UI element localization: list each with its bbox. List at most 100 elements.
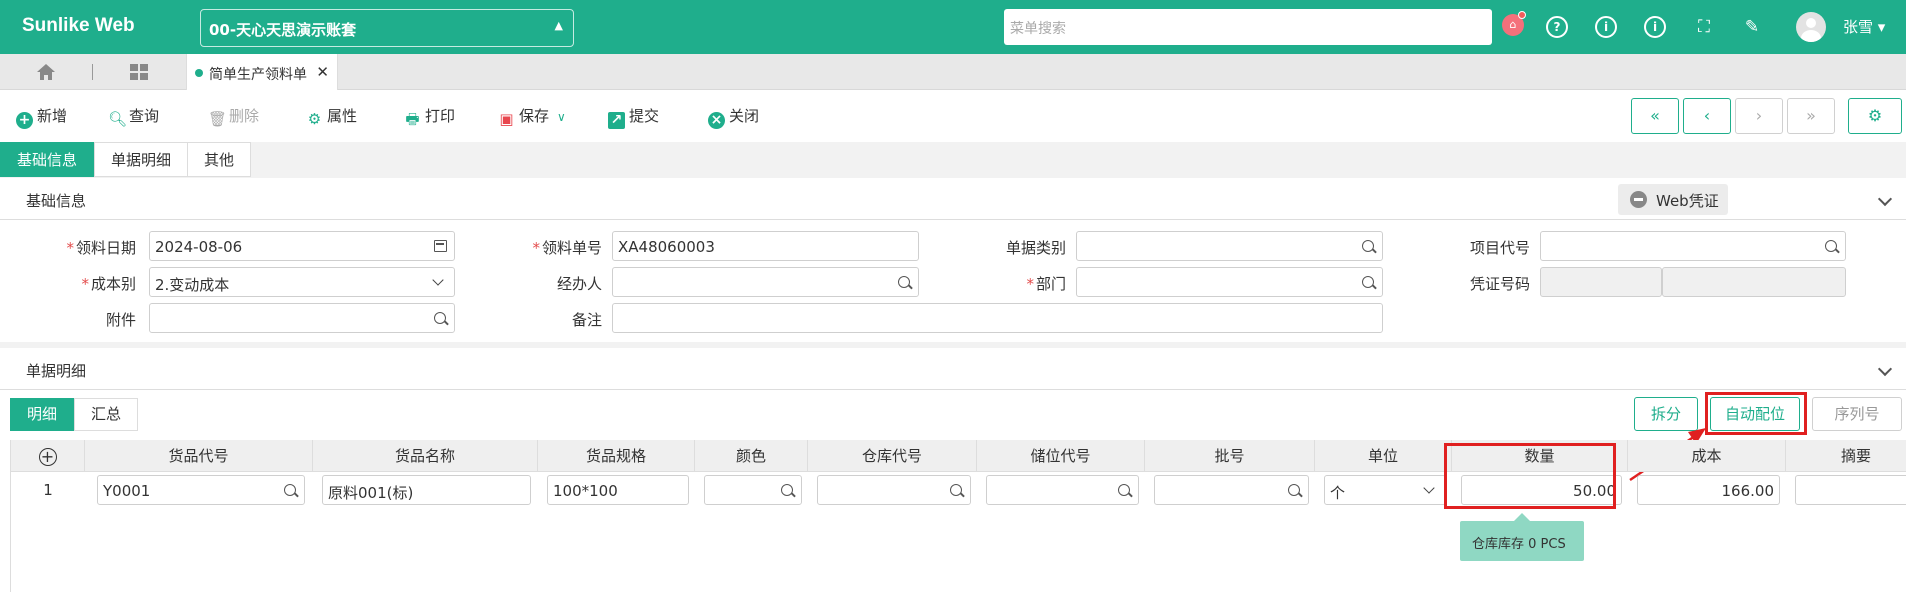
minus-circle-icon	[1630, 191, 1647, 208]
col-header[interactable]: 货品代号	[85, 440, 313, 472]
col-header[interactable]: 单位	[1315, 440, 1452, 472]
account-selector[interactable]: 00-天心天思演示账套 ▲	[200, 9, 574, 47]
attach-label: 附件	[105, 311, 136, 329]
serial-number-button[interactable]: 序列号	[1812, 397, 1902, 431]
remark-field[interactable]	[612, 303, 1383, 333]
about-icon[interactable]: i	[1644, 16, 1666, 38]
calendar-icon[interactable]	[434, 240, 447, 252]
apps-grid-icon[interactable]	[130, 64, 148, 80]
cell-item-code[interactable]: Y0001	[97, 475, 305, 505]
web-voucher-label: Web凭证	[1656, 192, 1719, 210]
help-icon[interactable]: ?	[1546, 16, 1568, 38]
tab-summary[interactable]: 汇总	[74, 398, 138, 431]
search-icon[interactable]	[898, 276, 910, 288]
tab-document[interactable]: 简单生产领料单 ✕	[186, 54, 338, 90]
handler-field[interactable]	[612, 267, 919, 297]
detail-header[interactable]: 单据明细	[0, 348, 1906, 390]
col-header[interactable]: 颜色	[695, 440, 808, 472]
save-button[interactable]: ▣ 保存 ∨	[498, 105, 566, 128]
voucher-label: 凭证号码	[1469, 275, 1530, 293]
search-icon[interactable]	[434, 312, 446, 324]
last-record-button[interactable]: »	[1787, 98, 1835, 134]
search-icon[interactable]	[1825, 240, 1837, 252]
tab-detail[interactable]: 单据明细	[94, 142, 188, 177]
tab-other[interactable]: 其他	[187, 142, 251, 177]
col-header[interactable]: 摘要	[1786, 440, 1906, 472]
search-icon[interactable]	[1288, 484, 1300, 496]
settings-button[interactable]: ⚙	[1848, 98, 1902, 134]
section-tabs: 基础信息 单据明细 其他	[0, 142, 1906, 178]
order-no-label: * 领料单号	[532, 239, 602, 257]
cell-location[interactable]	[986, 475, 1139, 505]
home-icon[interactable]	[36, 63, 56, 81]
first-record-button[interactable]: «	[1631, 98, 1679, 134]
cell-summary[interactable]	[1795, 475, 1906, 505]
cell-cost[interactable]: 166.00	[1637, 475, 1780, 505]
submit-label: 提交	[629, 107, 660, 125]
plus-circle-icon: +	[16, 112, 33, 129]
search-icon[interactable]	[1362, 240, 1374, 252]
col-header[interactable]: 批号	[1145, 440, 1315, 472]
delete-button[interactable]: 🗑︎ 删除	[208, 105, 260, 128]
notification-dot	[1518, 11, 1526, 19]
print-button[interactable]: 🖶 打印	[404, 105, 455, 128]
notification-icon[interactable]: ⌂	[1502, 11, 1526, 36]
web-voucher-button[interactable]: Web凭证	[1618, 184, 1728, 215]
attach-field[interactable]	[149, 303, 455, 333]
search-icon: 🔍︎	[108, 110, 128, 128]
avatar[interactable]	[1796, 12, 1826, 42]
chevron-down-icon[interactable]: ∨	[557, 110, 566, 124]
info-icon[interactable]: i	[1595, 16, 1617, 38]
date-field[interactable]: 2024-08-06	[149, 231, 455, 261]
col-header[interactable]: 货品名称	[313, 440, 538, 472]
cell-unit[interactable]: 个	[1324, 475, 1446, 505]
dept-field[interactable]	[1076, 267, 1383, 297]
add-button[interactable]: + 新增	[16, 105, 68, 129]
printer-icon: 🖶	[405, 110, 420, 128]
user-menu[interactable]: 张雪 ▾	[1843, 16, 1885, 37]
search-icon[interactable]	[781, 484, 793, 496]
col-header[interactable]: 货品规格	[538, 440, 695, 472]
search-icon[interactable]	[1118, 484, 1130, 496]
chevron-down-icon[interactable]	[1877, 361, 1893, 377]
close-button[interactable]: × 关闭	[708, 105, 760, 129]
chevron-down-icon[interactable]	[1877, 191, 1893, 207]
properties-button[interactable]: ⚙ 属性	[306, 105, 357, 128]
col-header[interactable]: 成本	[1628, 440, 1786, 472]
chevron-down-icon	[432, 274, 444, 286]
search-icon[interactable]	[284, 484, 296, 496]
close-label: 关闭	[729, 107, 760, 125]
cell-item-name[interactable]: 原料001(标)	[322, 475, 531, 505]
prev-record-button[interactable]: ‹	[1683, 98, 1731, 134]
close-tab-icon[interactable]: ✕	[316, 63, 329, 81]
add-label: 新增	[37, 107, 68, 125]
save-label: 保存	[519, 107, 550, 125]
cell-warehouse[interactable]	[817, 475, 971, 505]
order-no-field[interactable]: XA48060003	[612, 231, 919, 261]
add-row-button[interactable]: +	[11, 440, 85, 472]
tab-basic-info[interactable]: 基础信息	[0, 142, 94, 177]
clean-brush-icon[interactable]: ✎	[1741, 16, 1763, 38]
delete-label: 删除	[229, 107, 260, 125]
toolbar: + 新增 🔍︎ 查询 🗑︎ 删除 ⚙ 属性 🖶 打印 ▣ 保存 ∨ ↗ 提交 × 关闭 « ‹ ›…	[0, 90, 1906, 142]
cell-color[interactable]	[704, 475, 802, 505]
col-header[interactable]: 仓库代号	[808, 440, 977, 472]
search-icon[interactable]	[1362, 276, 1374, 288]
query-button[interactable]: 🔍︎ 查询	[108, 105, 159, 128]
divider	[92, 64, 93, 80]
date-label: * 领料日期	[66, 239, 136, 257]
fullscreen-icon[interactable]: ⛶	[1693, 16, 1715, 38]
project-field[interactable]	[1540, 231, 1846, 261]
next-record-button[interactable]: ›	[1735, 98, 1783, 134]
cell-spec[interactable]: 100*100	[547, 475, 689, 505]
cost-type-label: * 成本别	[81, 275, 136, 293]
cost-type-select[interactable]: 2.变动成本	[149, 267, 455, 297]
tab-detail-lines[interactable]: 明细	[10, 398, 74, 431]
doc-type-field[interactable]	[1076, 231, 1383, 261]
col-header[interactable]: 储位代号	[977, 440, 1145, 472]
search-icon[interactable]	[950, 484, 962, 496]
submit-button[interactable]: ↗ 提交	[608, 105, 660, 129]
cell-batch[interactable]	[1154, 475, 1309, 505]
menu-search-input[interactable]: 菜单搜索	[1004, 9, 1492, 45]
user-name: 张雪	[1843, 18, 1874, 36]
